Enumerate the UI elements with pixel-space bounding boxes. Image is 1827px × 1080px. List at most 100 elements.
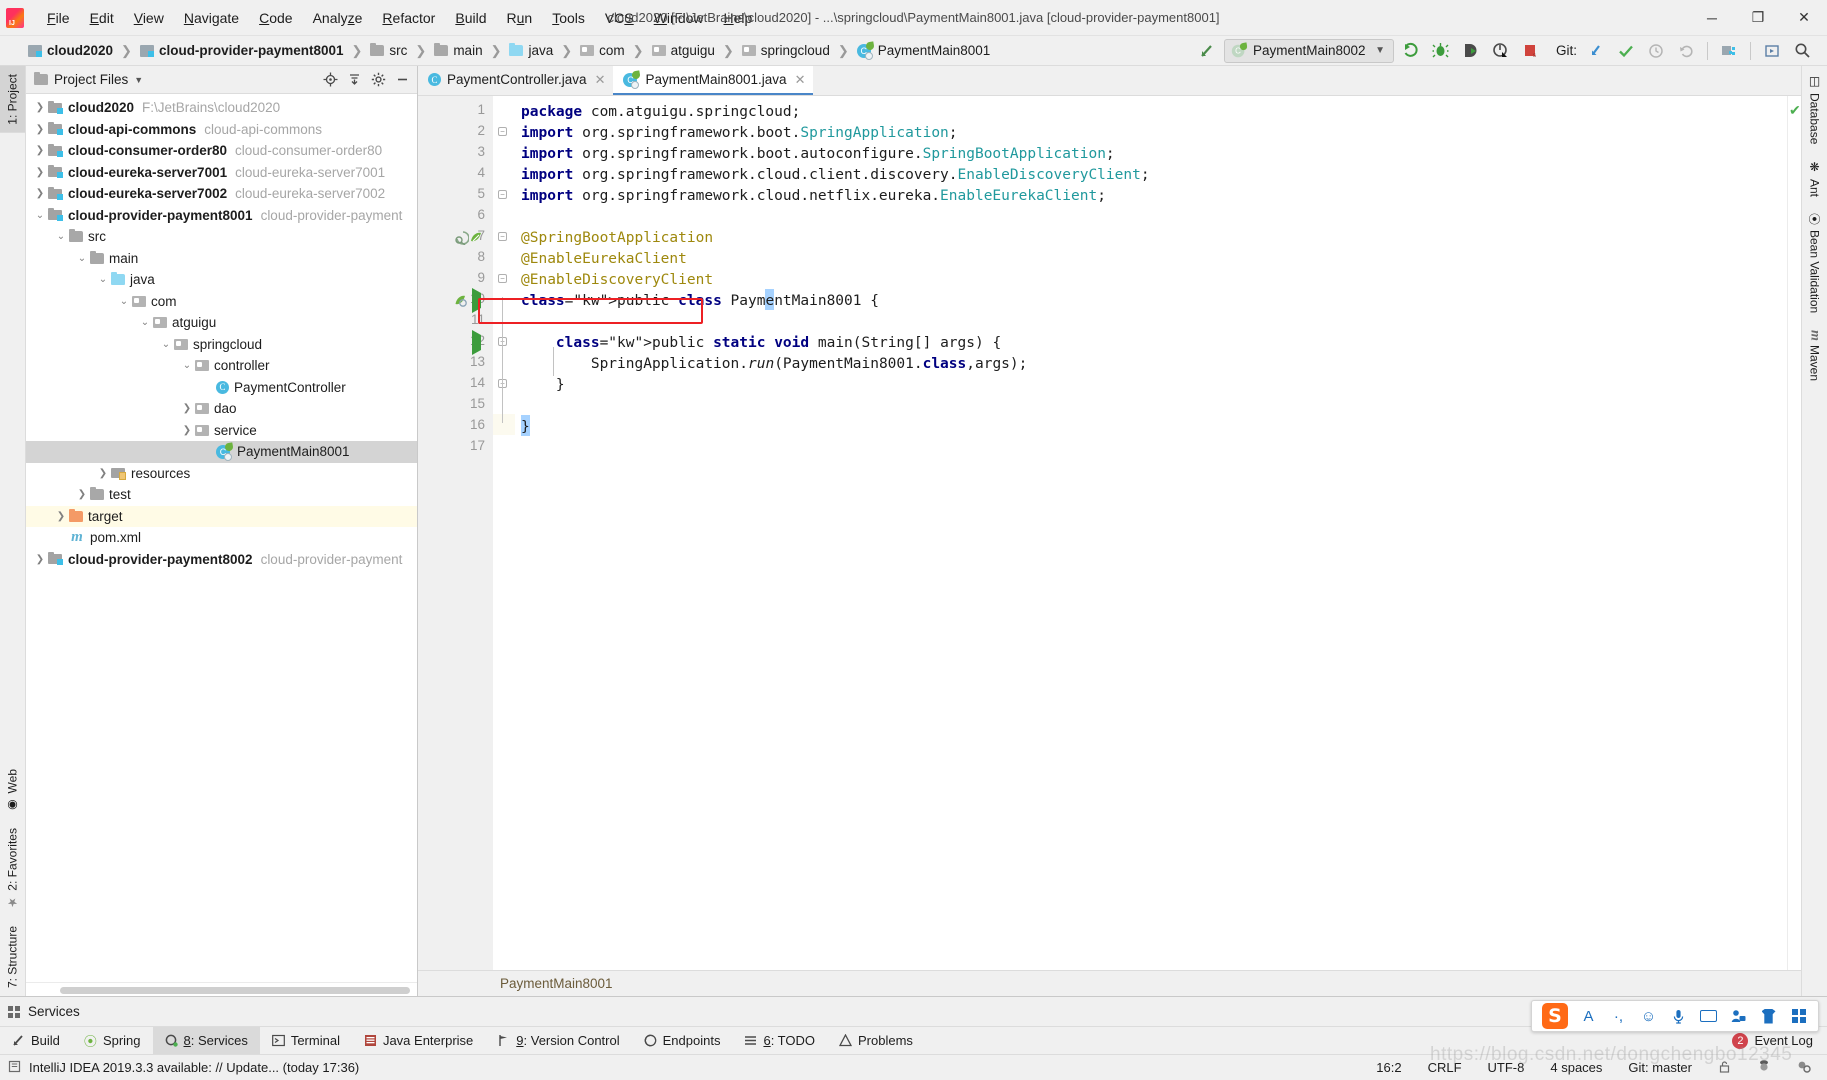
menu-analyze[interactable]: Analyze	[304, 6, 372, 30]
tool-window-problems[interactable]: Problems	[827, 1027, 925, 1054]
git-branch[interactable]: Git: master	[1624, 1058, 1696, 1077]
menu-refactor[interactable]: Refactor	[373, 6, 444, 30]
line-separator[interactable]: CRLF	[1424, 1058, 1466, 1077]
fold-gutter[interactable]: −−−−−−	[493, 96, 515, 970]
notification-icon[interactable]	[8, 1060, 21, 1076]
tool-window-build[interactable]: Build	[0, 1027, 72, 1054]
run-anything-icon[interactable]	[1759, 39, 1785, 63]
code-line[interactable]: }	[521, 417, 530, 438]
window-controls[interactable]: ─ ❐ ✕	[1689, 0, 1827, 35]
sidebar-item-ant[interactable]: ❋ Ant	[1802, 152, 1827, 205]
maximize-button[interactable]: ❐	[1735, 0, 1781, 35]
run-configuration-selector[interactable]: C PaymentMain8002 ▼	[1223, 38, 1394, 63]
tree-node-springcloud[interactable]: ⌄ springcloud	[26, 334, 417, 356]
history-icon[interactable]	[1643, 39, 1669, 63]
tree-node-test[interactable]: ❯ test	[26, 484, 417, 506]
menu-tools[interactable]: Tools	[543, 6, 594, 30]
tool-window-todo[interactable]: 6: TODO	[732, 1027, 827, 1054]
build-project-icon[interactable]	[1194, 39, 1220, 63]
update-project-icon[interactable]	[1583, 39, 1609, 63]
file-encoding[interactable]: UTF-8	[1484, 1058, 1529, 1077]
code-line[interactable]: package com.atguigu.springcloud;	[521, 102, 800, 123]
gear-icon[interactable]	[367, 69, 389, 91]
sogou-logo-icon[interactable]: S	[1542, 1003, 1568, 1029]
close-icon[interactable]: ✕	[595, 72, 606, 88]
tree-node-cloud-eureka-server7001[interactable]: ❯ cloud-eureka-server7001 cloud-eureka-ser…	[26, 162, 417, 184]
chevron-right-icon[interactable]: ❯	[32, 188, 48, 199]
code-line[interactable]: import org.springframework.boot.SpringAp…	[521, 123, 958, 144]
breadcrumb-item-com[interactable]: com	[574, 41, 631, 60]
close-icon[interactable]: ✕	[795, 72, 806, 88]
locate-icon[interactable]	[319, 69, 341, 91]
tree-node-pom-xml[interactable]: m pom.xml	[26, 527, 417, 549]
breadcrumb-item-paymentmain8001[interactable]: C PaymentMain8001	[851, 40, 997, 61]
stop-button[interactable]: s	[1518, 39, 1544, 63]
sidebar-item-structure[interactable]: 7: Structure	[0, 918, 25, 996]
ime-emoji-icon[interactable]: ☺	[1639, 1008, 1658, 1025]
ime-toolbox-icon[interactable]	[1789, 1009, 1808, 1023]
chevron-right-icon[interactable]: ❯	[32, 124, 48, 135]
code-line[interactable]: class="kw">public class PaymentMain8001 …	[521, 291, 879, 312]
ime-keyboard-icon[interactable]	[1699, 1010, 1718, 1022]
editor-tabs[interactable]: C PaymentController.java ✕ C PaymentMain…	[418, 66, 1801, 96]
spring-run-icon[interactable]	[454, 293, 469, 311]
code-line[interactable]: import org.springframework.cloud.client.…	[521, 165, 1150, 186]
tree-node-paymentcontroller[interactable]: C PaymentController	[26, 377, 417, 399]
code-line[interactable]: @EnableDiscoveryClient	[521, 270, 713, 291]
ime-punctuation-icon[interactable]: ·,	[1609, 1008, 1628, 1025]
code-line[interactable]: @SpringBootApplication	[521, 228, 713, 249]
breadcrumb-item-cloud2020[interactable]: cloud2020	[22, 41, 119, 60]
caret-position[interactable]: 16:2	[1372, 1058, 1405, 1077]
minimize-button[interactable]: ─	[1689, 0, 1735, 35]
tree-node-resources[interactable]: ❯ resources	[26, 463, 417, 485]
editor-gutter[interactable]: 1 2 3 4 5 6 7 8 9 10 11 12 13 14 15 16 17	[418, 96, 493, 970]
menu-view[interactable]: View	[125, 6, 173, 30]
chevron-down-icon[interactable]: ⌄	[74, 253, 90, 264]
chevron-down-icon[interactable]: ⌄	[116, 296, 132, 307]
tool-window-endpoints[interactable]: Endpoints	[632, 1027, 733, 1054]
chevron-down-icon[interactable]: ⌄	[32, 210, 48, 221]
ime-language-icon[interactable]: A	[1579, 1008, 1598, 1025]
chevron-right-icon[interactable]: ❯	[179, 403, 195, 414]
run-method-gutter-icon[interactable]	[472, 330, 481, 355]
tree-node-java[interactable]: ⌄ java	[26, 269, 417, 291]
breadcrumb-item-atguigu[interactable]: atguigu	[646, 41, 721, 60]
menu-code[interactable]: Code	[250, 6, 301, 30]
breadcrumb-item-cloud-provider-payment8001[interactable]: cloud-provider-payment8001	[134, 41, 350, 60]
sidebar-item-project[interactable]: 1: Project	[0, 66, 25, 133]
sidebar-item-favorites[interactable]: ★ 2: Favorites	[0, 820, 25, 918]
tree-node-cloud-provider-payment8001[interactable]: ⌄ cloud-provider-payment8001 cloud-provide…	[26, 205, 417, 227]
code-editor[interactable]: 1234567891011121314151617 −−−−−− package…	[418, 96, 1801, 970]
tree-node-controller[interactable]: ⌄ controller	[26, 355, 417, 377]
menu-file[interactable]: File	[38, 6, 79, 30]
sidebar-item-bean-validation[interactable]: ⦿ Bean Validation	[1802, 205, 1827, 321]
status-message[interactable]: IntelliJ IDEA 2019.3.3 available: // Upd…	[29, 1060, 359, 1075]
tree-node-dao[interactable]: ❯ dao	[26, 398, 417, 420]
lock-icon[interactable]	[1714, 1058, 1735, 1078]
ime-skin-icon[interactable]	[1759, 1008, 1778, 1024]
tree-node-cloud-eureka-server7002[interactable]: ❯ cloud-eureka-server7002 cloud-eureka-ser…	[26, 183, 417, 205]
tree-node-cloud-consumer-order80[interactable]: ❯ cloud-consumer-order80 cloud-consumer-or…	[26, 140, 417, 162]
run-gutter-icon[interactable]	[472, 288, 481, 313]
tree-node-cloud-provider-payment8002[interactable]: ❯ cloud-provider-payment8002 cloud-provide…	[26, 549, 417, 571]
fold-marker-icon[interactable]: −	[498, 274, 507, 283]
chevron-down-icon[interactable]: ⌄	[53, 231, 69, 242]
search-everywhere-icon[interactable]	[1789, 39, 1815, 63]
sidebar-item-database[interactable]: ◫ Database	[1802, 66, 1827, 152]
project-horizontal-scrollbar[interactable]	[26, 982, 417, 996]
code-line[interactable]: import org.springframework.cloud.netflix…	[521, 186, 1106, 207]
menu-edit[interactable]: Edit	[81, 6, 123, 30]
tree-node-service[interactable]: ❯ service	[26, 420, 417, 442]
hector-icon[interactable]	[1753, 1057, 1775, 1078]
code-line[interactable]: class="kw">public static void main(Strin…	[521, 333, 1001, 354]
chevron-right-icon[interactable]: ❯	[179, 425, 195, 436]
sogou-ime-toolbar[interactable]: S A ·, ☺	[1531, 1000, 1819, 1032]
rollback-icon[interactable]	[1673, 39, 1699, 63]
project-tree[interactable]: ❯ cloud2020 F:\JetBrains\cloud2020 ❯ cloud-a…	[26, 94, 417, 982]
close-button[interactable]: ✕	[1781, 0, 1827, 35]
ime-user-icon[interactable]	[1729, 1009, 1748, 1023]
run-with-coverage-button[interactable]	[1458, 39, 1484, 63]
code-line[interactable]: }	[521, 375, 565, 396]
breadcrumb-item-main[interactable]: main	[428, 41, 488, 60]
fold-marker-icon[interactable]: −	[498, 127, 507, 136]
